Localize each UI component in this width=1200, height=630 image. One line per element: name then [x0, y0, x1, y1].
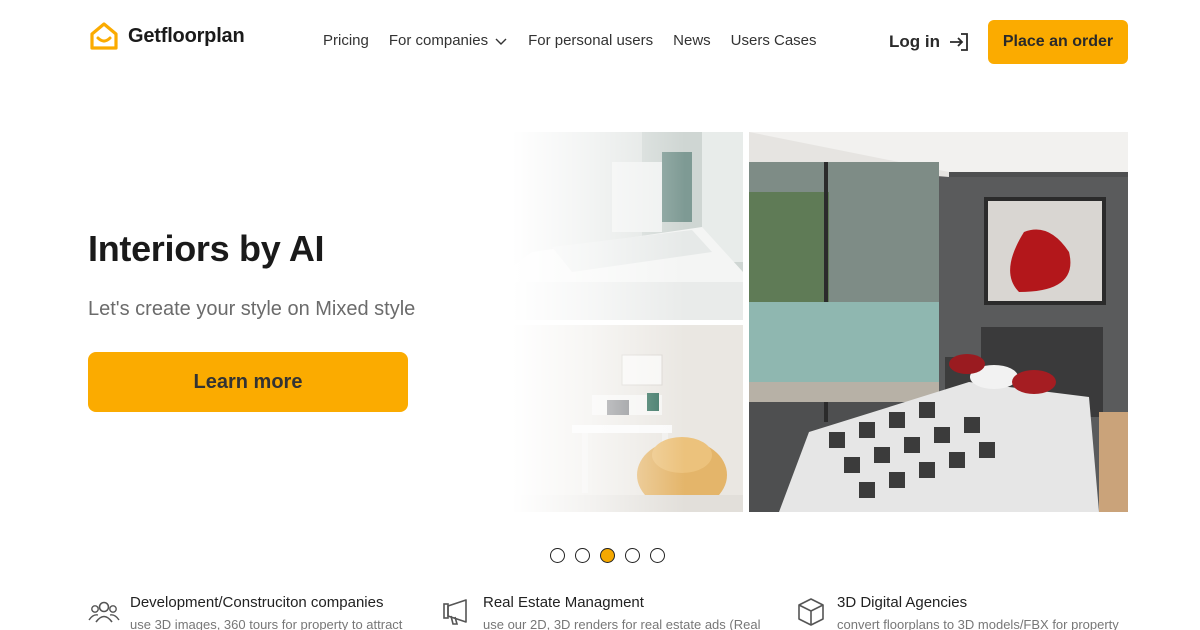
nav-for-companies[interactable]: For companies: [389, 32, 508, 49]
carousel-dots: [550, 548, 665, 563]
nav-users-cases[interactable]: Users Cases: [731, 32, 817, 49]
interior-gallery: [512, 132, 1128, 512]
nav-pricing-label: Pricing: [323, 32, 369, 49]
feature-desc: convert floorplans to 3D models/FBX for …: [837, 617, 1119, 630]
feature-desc: use 3D images, 360 tours for property to…: [130, 617, 403, 630]
chevron-down-icon: [495, 38, 507, 45]
nav-users-cases-label: Users Cases: [730, 32, 817, 49]
cube-icon: [798, 598, 824, 626]
login-arrow-icon: [949, 33, 968, 51]
carousel-dot[interactable]: [550, 548, 565, 563]
feature-title: Development/Construciton companies: [130, 594, 384, 611]
nav-personal-users-label: For personal users: [528, 32, 654, 49]
bedroom-main-image: [749, 132, 1128, 512]
brand-name: Getfloorplan: [128, 24, 245, 47]
feature-3d-agencies: 3D Digital Agencies convert floorplans t…: [795, 594, 1119, 630]
learn-more-button[interactable]: Learn more: [88, 352, 408, 412]
feature-desc: use our 2D, 3D renders for real estate a…: [483, 617, 761, 630]
carousel-dot[interactable]: [650, 548, 665, 563]
study-room-image: [512, 325, 743, 512]
hero-subtitle: Let's create your style on Mixed style: [88, 298, 416, 320]
bedroom-white-image: [512, 132, 743, 320]
feature-title: 3D Digital Agencies: [837, 594, 968, 611]
carousel-dot[interactable]: [625, 548, 640, 563]
brand-logo[interactable]: Getfloorplan: [88, 20, 245, 52]
login-link[interactable]: Log in: [889, 31, 970, 53]
house-smile-icon: [90, 22, 118, 50]
nav-pricing[interactable]: Pricing: [323, 32, 369, 49]
login-label: Log in: [889, 32, 940, 51]
nav-personal-users[interactable]: For personal users: [528, 32, 653, 49]
megaphone-icon: [443, 599, 467, 625]
carousel-dot[interactable]: [575, 548, 590, 563]
main-nav: Pricing For companies For personal users…: [323, 32, 817, 49]
feature-development: Development/Construciton companies use 3…: [88, 594, 402, 630]
feature-real-estate: Real Estate Managment use our 2D, 3D ren…: [441, 594, 760, 630]
place-order-button[interactable]: Place an order: [988, 20, 1128, 64]
nav-news-label: News: [673, 32, 711, 49]
site-header: Getfloorplan Pricing For companies For p…: [0, 0, 1200, 84]
nav-news[interactable]: News: [673, 32, 711, 49]
people-icon: [88, 601, 120, 623]
carousel-dot-active[interactable]: [600, 548, 615, 563]
feature-title: Real Estate Managment: [483, 594, 644, 611]
hero-title: Interiors by AI: [88, 228, 325, 269]
nav-for-companies-label: For companies: [388, 32, 489, 49]
